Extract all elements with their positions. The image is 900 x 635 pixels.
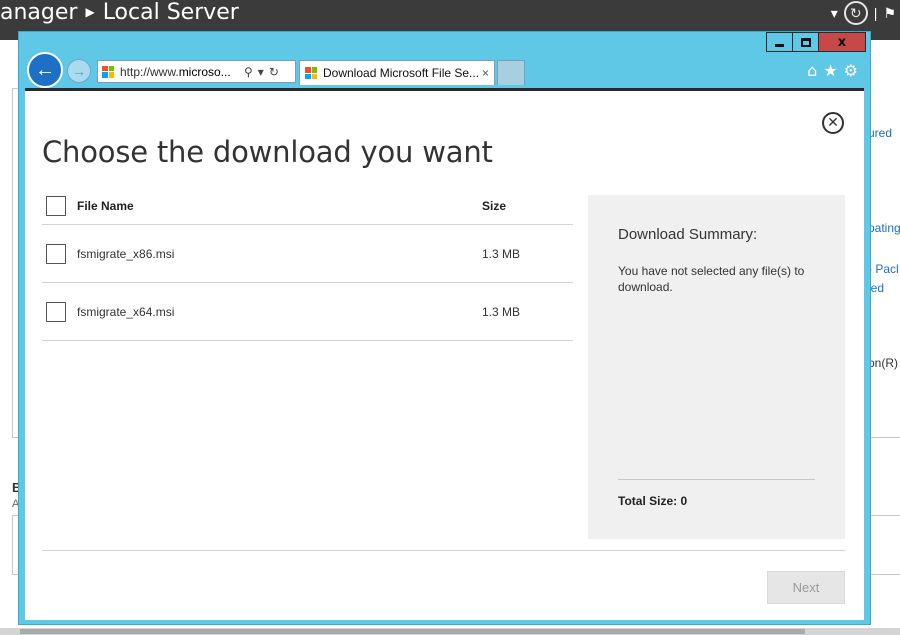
search-icon[interactable]: ⚲ <box>244 65 253 79</box>
column-header-size: Size <box>482 198 507 213</box>
close-icon: x <box>837 34 847 50</box>
table-header: File Name Size <box>42 187 573 225</box>
caption-buttons: x <box>766 32 866 52</box>
table-row[interactable]: fsmigrate_x86.msi 1.3 MB <box>42 225 573 283</box>
dialog-close-button[interactable]: ✕ <box>822 112 844 134</box>
maximize-icon <box>800 37 811 47</box>
address-tools: ⚲ ▾ ↻ <box>244 65 279 79</box>
right-text-5: on(R) C <box>868 356 900 370</box>
summary-message: You have not selected any file(s) to dow… <box>618 264 805 294</box>
right-link-2[interactable]: pating <box>868 221 900 235</box>
close-circle-icon: ✕ <box>827 115 839 131</box>
file-name: fsmigrate_x86.msi <box>77 246 175 261</box>
right-link-3[interactable]: ) Pacl <box>868 262 900 276</box>
right-link-4[interactable]: led <box>868 281 900 295</box>
scrollbar-thumb[interactable] <box>20 629 805 634</box>
tab-favicon-icon <box>305 67 317 79</box>
right-link-1[interactable]: ured <box>868 126 900 140</box>
column-header-name: File Name <box>77 198 134 213</box>
back-arrow-icon: ← <box>35 58 55 81</box>
tab-download[interactable]: Download Microsoft File Se... × <box>299 60 495 85</box>
breadcrumb: anager ▶ Local Server <box>0 0 239 28</box>
maximize-button[interactable] <box>792 32 819 52</box>
select-all-checkbox[interactable] <box>46 195 66 216</box>
forward-button[interactable]: → <box>67 59 91 83</box>
dropdown-icon[interactable]: ▾ <box>258 65 264 79</box>
address-bar[interactable]: http://www.microso... ⚲ ▾ ↻ <box>97 60 296 83</box>
next-button[interactable]: Next <box>767 571 845 604</box>
address-url[interactable]: http://www.microso... <box>120 65 240 79</box>
close-window-button[interactable]: x <box>818 32 866 52</box>
back-button[interactable]: ← <box>27 52 63 88</box>
browser-tools: ⌂ ★ ⚙ <box>807 61 858 80</box>
dropdown-arrow-icon[interactable]: ▾ <box>831 5 838 22</box>
minimize-icon <box>775 44 784 47</box>
file-checkbox[interactable] <box>46 301 66 322</box>
header-tools: ▾ ↻ | ⚑ <box>831 0 900 26</box>
tab-close-icon[interactable]: × <box>482 66 489 80</box>
settings-icon[interactable]: ⚙ <box>844 61 858 80</box>
file-checkbox[interactable] <box>46 243 66 264</box>
site-favicon-icon <box>102 65 114 78</box>
right-box-edge <box>868 515 900 575</box>
file-size: 1.3 MB <box>482 304 521 319</box>
refresh-icon[interactable]: ↻ <box>843 1 868 25</box>
table-row[interactable]: fsmigrate_x64.msi 1.3 MB <box>42 283 573 341</box>
divider: | <box>873 5 878 21</box>
file-table: File Name Size fsmigrate_x86.msi 1.3 MB … <box>42 187 573 341</box>
flag-icon[interactable]: ⚑ <box>883 5 896 22</box>
breadcrumb-app[interactable]: anager <box>0 0 77 25</box>
refresh-page-icon[interactable]: ↻ <box>269 65 279 79</box>
home-icon[interactable]: ⌂ <box>807 61 817 80</box>
total-size: Total Size: 0 <box>618 494 688 508</box>
page-content: ✕ Choose the download you want File Name… <box>25 88 864 620</box>
page-title: Choose the download you want <box>42 135 493 169</box>
footer-divider <box>42 550 845 551</box>
file-size: 1.3 MB <box>482 246 521 261</box>
summary-title: Download Summary: <box>618 226 758 243</box>
new-tab-button[interactable] <box>497 60 525 85</box>
tab-title: Download Microsoft File Se... <box>323 66 480 80</box>
download-summary-panel: Download Summary: You have not selected … <box>588 195 845 539</box>
breadcrumb-separator-icon: ▶ <box>85 5 95 19</box>
browser-window: x ← → http://www.microso... ⚲ ▾ ↻ Downlo… <box>18 31 871 625</box>
minimize-button[interactable] <box>766 32 793 52</box>
breadcrumb-current: Local Server <box>102 0 239 25</box>
file-name: fsmigrate_x64.msi <box>77 304 175 319</box>
forward-arrow-icon: → <box>72 63 86 79</box>
summary-divider <box>618 479 815 480</box>
favorites-icon[interactable]: ★ <box>823 61 837 80</box>
